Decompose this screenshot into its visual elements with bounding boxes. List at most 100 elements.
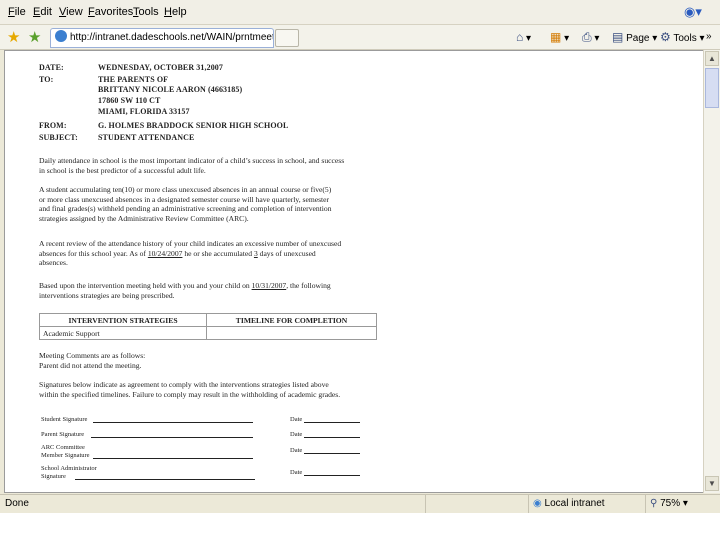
absence-count: 3 [253, 248, 258, 258]
paragraph-review: A recent review of the attendance histor… [39, 239, 389, 268]
favorites-star-icon[interactable]: ★ [7, 28, 20, 46]
column-header: TIMELINE FOR COMPLETION [206, 313, 377, 327]
text-segment: , the following [286, 281, 331, 290]
student-signature-line [93, 422, 253, 423]
date-value: WEDNESDAY, OCTOBER 31,2007 [98, 63, 224, 72]
arc-signature-line [93, 458, 253, 459]
student-date-label: Date [290, 416, 303, 423]
page-icon: ▤ [612, 30, 624, 44]
feeds-button[interactable]: ▦ ▾ [550, 29, 569, 45]
table-row: Academic Support [39, 326, 377, 340]
tab-title: http://intranet.dadeschools.net/WAIN/prn… [70, 32, 274, 43]
parent-date-label: Date [290, 431, 303, 438]
scroll-up-arrow-icon[interactable]: ▲ [705, 51, 719, 66]
admin-signature-label-line2: Signature [41, 473, 66, 480]
toolbar-overflow-button[interactable]: » [706, 29, 712, 45]
page-menu-button[interactable]: ▤ Page ▾ [612, 29, 657, 45]
paragraph-line: absences. [39, 258, 68, 268]
to-line-1: THE PARENTS OF [98, 75, 169, 84]
to-label: TO: [39, 75, 54, 84]
globe-icon: ◉ [533, 498, 542, 509]
add-favorites-icon[interactable]: ★ [28, 28, 41, 46]
paragraph-line: Signatures below indicate as agreement t… [39, 380, 329, 389]
from-value: G. HOLMES BRADDOCK SENIOR HIGH SCHOOL [98, 121, 289, 130]
parent-signature-label: Parent Signature [41, 431, 85, 438]
comments-text: Parent did not attend the meeting. [39, 360, 142, 370]
table-header-row: INTERVENTION STRATEGIES TIMELINE FOR COM… [39, 313, 377, 327]
to-line-2: BRITTANY NICOLE AARON (4663185) [98, 85, 243, 94]
page-content: DATE: WEDNESDAY, OCTOBER 31,2007 TO: THE… [4, 50, 704, 493]
paragraph-line: in school is the best predictor of a suc… [39, 165, 206, 175]
timeline-cell [206, 326, 377, 340]
status-bar: Done ◉ Local intranet ⚲ 75% ▾ [0, 494, 720, 513]
column-header: INTERVENTION STRATEGIES [39, 313, 207, 327]
browser-window: File Edit View Favorites Tools Help ◉▾ ★… [0, 0, 720, 513]
page-icon [55, 30, 67, 42]
command-bar: ★ ★ http://intranet.dadeschools.net/WAIN… [0, 25, 720, 50]
status-segment [425, 495, 530, 513]
zoom-level: 75% [660, 498, 681, 509]
meeting-comments: Meeting Comments are as follows: Parent … [39, 351, 389, 370]
date-label: DATE: [39, 63, 64, 72]
to-line-3: 17860 SW 110 CT [98, 96, 161, 105]
tools-menu-button[interactable]: ⚙ Tools ▾ [660, 29, 705, 45]
student-signature-label: Student Signature [41, 416, 88, 423]
paragraph-line: A student accumulating ten(10) or more c… [39, 185, 332, 194]
home-icon: ⌂ [516, 30, 524, 44]
subject-value: STUDENT ATTENDANCE [98, 133, 195, 142]
feed-icon: ▦ [550, 30, 562, 44]
menu-help[interactable]: Help [164, 6, 187, 18]
text-segment: Based upon the intervention meeting held… [39, 281, 250, 290]
paragraph-line: Daily attendance in school is the most i… [39, 156, 345, 165]
zoom-control[interactable]: ⚲ 75% ▾ [645, 495, 708, 513]
paragraph-line: interventions strategies are being presc… [39, 290, 175, 300]
gear-icon: ⚙ [660, 30, 671, 44]
arc-signature-label-line2: Member Signature [41, 452, 90, 459]
subject-label: SUBJECT: [39, 133, 78, 142]
zone-label: Local intranet [544, 498, 605, 509]
arc-signature-label-line1: ARC Committee [41, 444, 85, 451]
home-button[interactable]: ⌂ ▾ [516, 29, 531, 45]
paragraph-line: or more class unexcused absences in a de… [39, 194, 330, 204]
tab-current-page[interactable]: http://intranet.dadeschools.net/WAIN/prn… [50, 28, 274, 48]
menu-tools[interactable]: Tools [133, 6, 159, 18]
paragraph-line: A recent review of the attendance histor… [39, 239, 342, 248]
paragraph-policy: A student accumulating ten(10) or more c… [39, 185, 389, 223]
text-segment: he or she accumulated [184, 248, 253, 258]
page-menu-label: Page [626, 33, 650, 44]
print-button[interactable]: ⎙ ▾ [582, 29, 599, 45]
from-label: FROM: [39, 121, 67, 130]
menu-file[interactable]: File [8, 6, 26, 18]
menu-view[interactable]: View [59, 6, 83, 18]
comments-label: Meeting Comments are as follows: [39, 351, 146, 360]
scroll-thumb[interactable] [705, 68, 719, 108]
zoom-icon: ⚲ [650, 498, 658, 509]
paragraph-line: Based upon the intervention meeting held… [39, 281, 389, 291]
menu-bar: File Edit View Favorites Tools Help ◉▾ [0, 0, 720, 25]
paragraph-line: within the specified timelines. Failure … [39, 389, 341, 399]
tools-menu-label: Tools [673, 33, 697, 44]
paragraph-importance: Daily attendance in school is the most i… [39, 156, 389, 175]
paragraph-line: absences for this school year. As of 10/… [39, 249, 389, 259]
paragraph-signatures: Signatures below indicate as agreement t… [39, 380, 389, 399]
parent-signature-line [91, 437, 253, 438]
meeting-date: 10/31/2007 [251, 281, 287, 290]
to-line-4: MIAMI, FLORIDA 33157 [98, 107, 190, 116]
admin-date-line [304, 475, 360, 476]
vertical-scrollbar[interactable]: ▲ ▼ [703, 50, 720, 493]
admin-signature-label-line1: School Administrator [41, 465, 97, 472]
scroll-down-arrow-icon[interactable]: ▼ [705, 476, 719, 491]
text-segment: absences for this school year. As of [39, 248, 146, 258]
admin-date-label: Date [290, 469, 303, 476]
printer-icon: ⎙ [582, 30, 592, 44]
student-date-line [304, 422, 360, 423]
menu-favorites[interactable]: Favorites [88, 6, 133, 18]
parent-date-line [304, 437, 360, 438]
menu-edit[interactable]: Edit [33, 6, 52, 18]
admin-signature-line [75, 479, 255, 480]
paragraph-intervention: Based upon the intervention meeting held… [39, 281, 389, 300]
paragraph-line: strategies assigned by the Administrativ… [39, 213, 249, 223]
review-date: 10/24/2007 [147, 248, 183, 258]
strategy-cell: Academic Support [39, 326, 207, 340]
new-tab-button[interactable] [275, 29, 299, 47]
